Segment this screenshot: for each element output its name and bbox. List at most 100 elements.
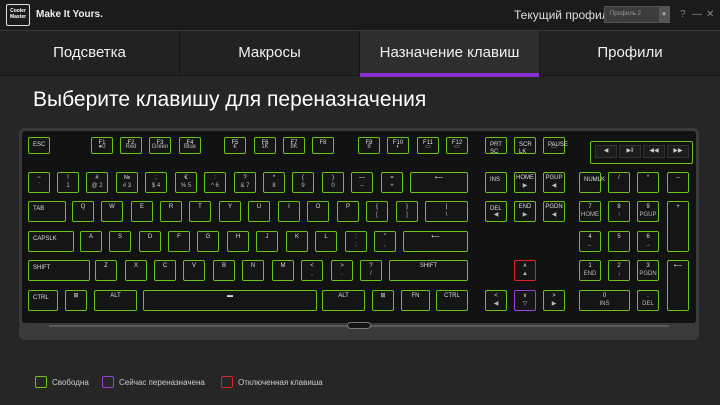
key-end[interactable]: END ▶ <box>514 201 536 222</box>
key-y[interactable]: Y <box>219 201 241 222</box>
key-up[interactable]: ∧ ▲ <box>514 260 536 281</box>
key-w[interactable]: W <box>101 201 123 222</box>
key-f8[interactable]: F8 <box>312 137 334 154</box>
key-semi[interactable]: :; <box>345 231 367 252</box>
tab-lighting[interactable]: Подсветка <box>0 31 180 76</box>
key-u[interactable]: U <box>248 201 270 222</box>
key-ins[interactable]: INS <box>485 172 507 193</box>
key-down[interactable]: ∨ ▽ <box>514 290 536 311</box>
key-home[interactable]: HOME ▶ <box>514 172 536 193</box>
key-b[interactable]: B <box>213 260 235 281</box>
key-rwin[interactable]: ⊞ <box>372 290 394 311</box>
key-numminus[interactable]: – <box>667 172 689 193</box>
key-g[interactable]: G <box>197 231 219 252</box>
key-enter[interactable]: ⟵ <box>403 231 468 252</box>
key-x[interactable]: X <box>125 260 147 281</box>
key-h[interactable]: H <box>227 231 249 252</box>
key-k3[interactable]: № # 3 <box>116 172 138 193</box>
key-numplus[interactable]: + <box>667 201 689 252</box>
key-right[interactable]: > ▶ <box>543 290 565 311</box>
key-num0[interactable]: 0 INS <box>579 290 630 311</box>
key-i[interactable]: I <box>278 201 300 222</box>
key-num6[interactable]: 6 → <box>637 231 659 252</box>
key-tab[interactable]: TAB <box>28 201 66 222</box>
key-del[interactable]: DEL ◀ <box>485 201 507 222</box>
key-p[interactable]: P <box>337 201 359 222</box>
key-num7[interactable]: 7 HOME <box>579 201 601 222</box>
key-quote[interactable]: ", <box>374 231 396 252</box>
key-rctrl[interactable]: CTRL <box>436 290 468 311</box>
key-slash[interactable]: ? / <box>360 260 382 281</box>
key-k7[interactable]: ? & 7 <box>234 172 256 193</box>
key-plus[interactable]: = + <box>381 172 403 193</box>
key-fn[interactable]: FN <box>401 290 430 311</box>
key-k6[interactable]: : ^ 6 <box>204 172 226 193</box>
key-f10[interactable]: F10 ◐ <box>387 137 409 154</box>
key-k8[interactable]: * 8 <box>263 172 285 193</box>
key-period[interactable]: >. <box>331 260 353 281</box>
key-f3[interactable]: F3 Green <box>149 137 171 154</box>
key-z[interactable]: Z <box>95 260 117 281</box>
key-m[interactable]: M <box>272 260 294 281</box>
key-e[interactable]: E <box>131 201 153 222</box>
key-scrlk[interactable]: SCR LK <box>514 137 536 155</box>
key-r[interactable]: R <box>160 201 182 222</box>
key-k[interactable]: K <box>286 231 308 252</box>
key-num8[interactable]: 8 ↑ <box>608 201 630 222</box>
key-num9[interactable]: 9 PGUP <box>637 201 659 222</box>
key-j[interactable]: J <box>256 231 278 252</box>
key-esc[interactable]: ESC <box>28 137 50 154</box>
key-f11[interactable]: F11 ▭ <box>417 137 439 154</box>
key-lctrl[interactable]: CTRL <box>28 290 58 311</box>
key-nummul[interactable]: * <box>637 172 659 193</box>
media-play-pause-icon[interactable]: ▶‖ <box>619 145 641 158</box>
key-bslash[interactable]: | \ <box>425 201 468 222</box>
media-rewind-icon[interactable]: ◀◀ <box>643 145 665 158</box>
key-d[interactable]: D <box>139 231 161 252</box>
key-t[interactable]: T <box>189 201 211 222</box>
key-pgdn[interactable]: PGDN ◀ <box>543 201 565 222</box>
key-o[interactable]: O <box>307 201 329 222</box>
key-f12[interactable]: F12 ▭ <box>446 137 468 154</box>
key-f4[interactable]: F4 Blue <box>179 137 201 154</box>
key-ralt[interactable]: ALT <box>322 290 365 311</box>
key-q[interactable]: Q <box>72 201 94 222</box>
media-prev-icon[interactable]: ◀ <box>595 145 617 158</box>
key-rbr[interactable]: }] <box>396 201 418 222</box>
key-tilde[interactable]: ~ ` <box>28 172 50 193</box>
media-forward-icon[interactable]: ▶▶ <box>667 145 689 158</box>
key-numlk[interactable]: NUMLK <box>579 172 605 193</box>
key-f[interactable]: F <box>168 231 190 252</box>
key-space[interactable]: ▬ <box>143 290 317 311</box>
key-k0[interactable]: ) 0 <box>322 172 344 193</box>
key-s[interactable]: S <box>109 231 131 252</box>
key-c[interactable]: C <box>154 260 176 281</box>
key-left[interactable]: < ◀ <box>485 290 507 311</box>
tab-key-assignment[interactable]: Назначение клавиш <box>360 31 540 77</box>
key-n[interactable]: N <box>242 260 264 281</box>
profile-select[interactable]: Профиль 2 ▾ <box>604 6 670 23</box>
key-k9[interactable]: (9 <box>292 172 314 193</box>
key-numenter[interactable]: ⟵ <box>667 260 689 311</box>
close-button[interactable]: ✕ <box>706 9 714 20</box>
key-rshift[interactable]: SHIFT <box>389 260 468 281</box>
key-lalt[interactable]: ALT <box>94 290 137 311</box>
help-icon[interactable]: ? <box>680 9 686 20</box>
key-minus[interactable]: — – <box>351 172 373 193</box>
key-lshift[interactable]: SHIFT <box>28 260 90 281</box>
tab-macros[interactable]: Макросы <box>180 31 360 76</box>
key-k5[interactable]: € % 5 <box>175 172 197 193</box>
key-num3[interactable]: 3 PGDN <box>637 260 659 281</box>
key-num5[interactable]: 5 <box>608 231 630 252</box>
key-backspace[interactable]: ⟵ <box>410 172 468 193</box>
key-k2[interactable]: # @ 2 <box>86 172 108 193</box>
key-f5[interactable]: F5 € <box>224 137 246 154</box>
key-f6[interactable]: F6 1K <box>254 137 276 154</box>
key-f9[interactable]: F9 8 <box>358 137 380 154</box>
minimize-button[interactable]: — <box>692 9 702 20</box>
tab-profiles[interactable]: Профили <box>540 31 720 76</box>
key-k4[interactable]: ; $ 4 <box>145 172 167 193</box>
key-caps[interactable]: CAPSLK <box>28 231 74 252</box>
key-num1[interactable]: 1 END <box>579 260 601 281</box>
key-k1[interactable]: ! 1 <box>57 172 79 193</box>
